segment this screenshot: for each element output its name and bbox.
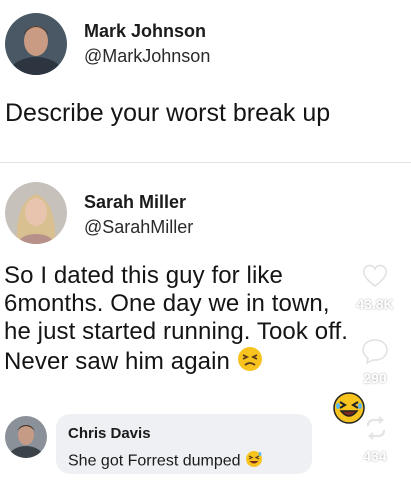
comment-text: She got Forrest dumped: [68, 450, 263, 473]
persevering-face-emoji-icon: [237, 346, 263, 379]
reply-author-name[interactable]: Sarah Miller: [84, 192, 186, 213]
likes-count: 43.8K: [356, 296, 394, 312]
mark-avatar[interactable]: [5, 13, 67, 75]
squinting-laughing-emoji-icon: [332, 391, 366, 425]
reply-author-handle[interactable]: @SarahMiller: [84, 217, 193, 238]
reply-line: Never saw him again: [4, 347, 230, 375]
sarah-avatar[interactable]: [5, 182, 67, 244]
post-author-handle[interactable]: @MarkJohnson: [84, 46, 210, 67]
comment-bubble[interactable]: Chris Davis She got Forrest dumped: [56, 414, 312, 474]
grinning-sweat-emoji-icon: [245, 450, 263, 473]
comment-icon[interactable]: [360, 337, 390, 365]
comment-author-name[interactable]: Chris Davis: [68, 425, 151, 442]
post-text: Describe your worst break up: [5, 99, 331, 127]
divider: [0, 162, 411, 163]
reply-line: So I dated this guy for like: [4, 262, 283, 289]
reply-line: he just started running. Took off.: [4, 318, 349, 345]
heart-icon[interactable]: [360, 261, 390, 289]
chris-avatar[interactable]: [5, 416, 47, 458]
share-icon[interactable]: [362, 414, 390, 442]
reply-line-last: Never saw him again: [4, 346, 409, 379]
reply-text: So I dated this guy for like 6months. On…: [4, 262, 409, 379]
shares-count: 434: [363, 448, 387, 464]
post-author-name[interactable]: Mark Johnson: [84, 21, 206, 42]
reply-line: 6months. One day we in town,: [4, 290, 330, 317]
comment-text-label: She got Forrest dumped: [68, 452, 241, 470]
comments-count: 290: [363, 370, 387, 386]
